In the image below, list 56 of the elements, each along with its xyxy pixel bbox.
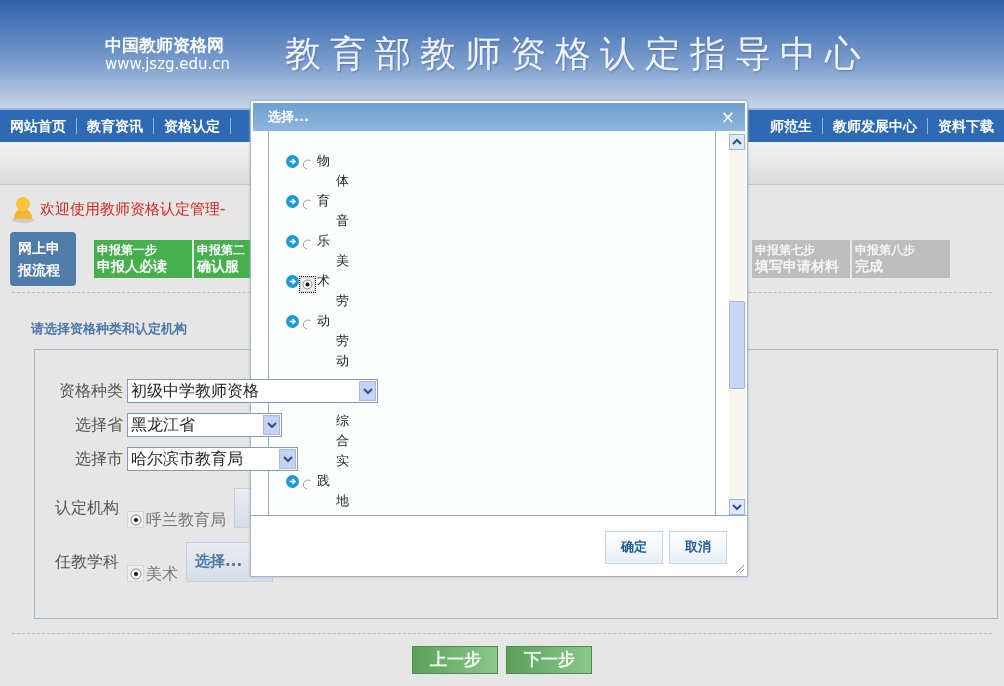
option-label: 合	[336, 433, 349, 449]
option-label: 地	[336, 493, 349, 509]
expand-icon[interactable]	[286, 154, 299, 168]
radio-button[interactable]	[300, 276, 315, 292]
option-label: 美术	[146, 562, 178, 585]
welcome-text: 欢迎使用教师资格认定管理-	[40, 198, 226, 220]
resize-grip-icon	[733, 562, 745, 574]
expand-icon[interactable]	[286, 234, 299, 248]
expand-icon[interactable]	[286, 474, 299, 488]
select-field[interactable]: 初级中学教师资格	[127, 378, 378, 403]
cancel-button[interactable]: 取消	[669, 530, 727, 564]
option-label: 实	[336, 453, 349, 469]
site-title: 教育部教师资格认定指导中心	[285, 32, 871, 76]
expand-icon[interactable]	[286, 314, 299, 328]
scrollbar[interactable]	[729, 131, 746, 515]
scroll-down-icon	[729, 499, 745, 515]
process-step: 申报第一步 申报人必读	[94, 240, 192, 278]
nav-link[interactable]: 师范生	[760, 118, 823, 134]
option-label: 动	[336, 353, 349, 369]
field-label: 资格种类	[58, 379, 123, 402]
option-label: 体	[336, 173, 349, 189]
field-label: 选择省	[74, 413, 123, 436]
option-label: 美	[336, 253, 349, 269]
select-field[interactable]: 黑龙江省	[127, 412, 282, 437]
confirm-button[interactable]: 确定	[605, 530, 663, 564]
radio-button[interactable]	[127, 565, 144, 582]
option-label[interactable]: 物	[317, 153, 330, 169]
option-label[interactable]: 术	[317, 273, 330, 289]
option-label: 劳	[336, 333, 349, 349]
option-label[interactable]: 育	[317, 193, 330, 209]
nav-link[interactable]: 教育资讯	[77, 118, 154, 134]
nav-link[interactable]: 教师发展中心	[823, 118, 928, 134]
option-label: 劳	[336, 293, 349, 309]
option-label[interactable]: 动	[317, 313, 330, 329]
user-icon	[10, 195, 36, 223]
nav-link[interactable]: 资格认定	[154, 118, 231, 134]
nav-link[interactable]: 资料下载	[928, 118, 1004, 134]
process-label: 网上申报流程	[10, 232, 76, 286]
dialog-title: 选择...	[268, 108, 309, 127]
site-name: 中国教师资格网	[105, 34, 225, 56]
select-field[interactable]: 哈尔滨市教育局	[127, 446, 298, 471]
option-label: 综	[336, 413, 349, 429]
option-label[interactable]: 践	[317, 473, 330, 489]
scrollbar-thumb[interactable]	[729, 301, 745, 389]
option-label: 音	[336, 213, 349, 229]
field-label: 任教学科	[55, 550, 120, 573]
option-label: 呼兰教育局	[146, 508, 226, 531]
scroll-up-icon	[729, 134, 745, 150]
radio-button[interactable]	[127, 511, 144, 528]
field-label: 认定机构	[55, 496, 120, 519]
expand-icon[interactable]	[286, 194, 299, 208]
field-label: 选择市	[74, 447, 123, 470]
nav-link[interactable]: 网站首页	[0, 118, 77, 134]
section-title: 请选择资格种类和认定机构	[31, 320, 187, 338]
option-label[interactable]: 乐	[317, 233, 330, 249]
site-url: www.jszg.edu.cn	[105, 55, 231, 74]
